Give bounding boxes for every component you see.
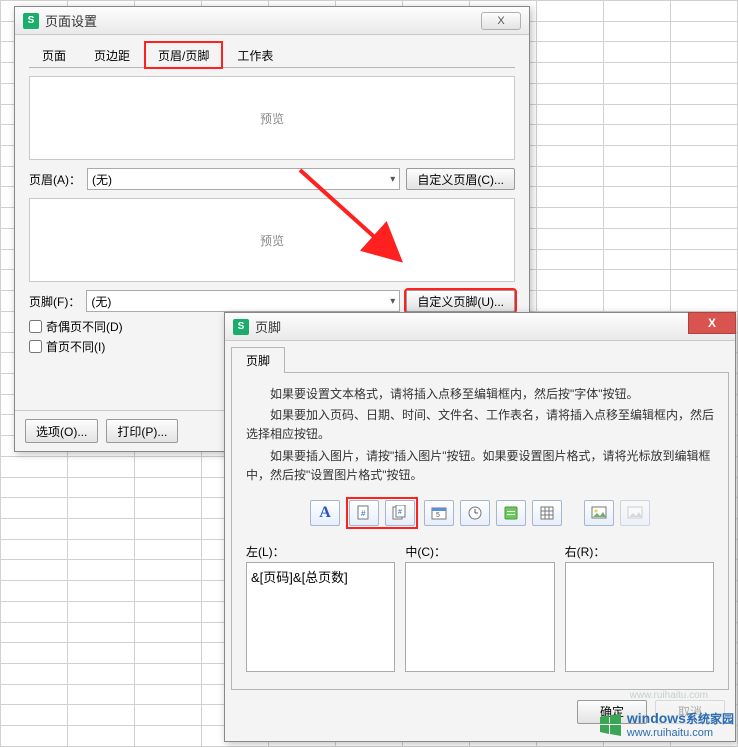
footer-preview-box: 预览 bbox=[29, 198, 515, 282]
watermark-url: www.ruihaitu.com bbox=[630, 690, 708, 701]
chevron-down-icon: ▾ bbox=[390, 174, 395, 185]
page-setup-tabs: 页面 页边距 页眉/页脚 工作表 bbox=[29, 41, 515, 68]
header-preview-box: 预览 bbox=[29, 76, 515, 160]
help-line-3: 如果要插入图片，请按"插入图片"按钮。如果要设置图片格式，请将光标放到编辑框中，… bbox=[246, 447, 714, 485]
close-icon[interactable]: X bbox=[481, 12, 521, 30]
tab-page[interactable]: 页面 bbox=[29, 42, 79, 68]
footer-combo[interactable]: (无) ▾ bbox=[86, 290, 400, 312]
custom-footer-button[interactable]: 自定义页脚(U)... bbox=[406, 290, 515, 312]
right-section-label: 右(R)： bbox=[565, 543, 714, 560]
print-button[interactable]: 打印(P)... bbox=[106, 419, 178, 443]
footer-toolbar: A # # 5 bbox=[246, 497, 714, 529]
close-icon[interactable]: X bbox=[688, 312, 736, 334]
insert-total-pages-button[interactable]: # bbox=[385, 500, 415, 526]
help-line-1: 如果要设置文本格式，请将插入点移至编辑框内，然后按"字体"按钮。 bbox=[246, 385, 714, 404]
brand-text-1: windows系统家园 bbox=[627, 710, 734, 727]
odd-even-label: 奇偶页不同(D) bbox=[46, 318, 123, 335]
options-button[interactable]: 选项(O)... bbox=[25, 419, 98, 443]
footer-label: 页脚(F)： bbox=[29, 293, 80, 310]
annotation-highlight-group: # # bbox=[346, 497, 418, 529]
page-setup-title: 页面设置 bbox=[45, 11, 481, 30]
odd-even-checkbox-input[interactable] bbox=[29, 320, 42, 333]
footer-dialog-titlebar[interactable]: S 页脚 X bbox=[225, 313, 735, 341]
help-line-2: 如果要加入页码、日期、时间、文件名、工作表名，请将插入点移至编辑框内，然后选择相… bbox=[246, 406, 714, 444]
insert-sheet-name-button[interactable] bbox=[532, 500, 562, 526]
center-section-label: 中(C)： bbox=[405, 543, 554, 560]
tab-sheet[interactable]: 工作表 bbox=[224, 42, 286, 68]
windows-logo-icon bbox=[597, 714, 623, 736]
first-page-label: 首页不同(I) bbox=[46, 338, 105, 355]
footer-sections: 左(L)： 中(C)： 右(R)： bbox=[246, 543, 714, 675]
svg-text:#: # bbox=[398, 509, 402, 516]
tab-header-footer[interactable]: 页眉/页脚 bbox=[145, 42, 222, 68]
brand-badge: windows系统家园 www.ruihaitu.com bbox=[597, 710, 734, 739]
header-combo[interactable]: (无) ▾ bbox=[87, 168, 400, 190]
footer-tab[interactable]: 页脚 bbox=[231, 347, 285, 373]
svg-text:5: 5 bbox=[436, 512, 440, 519]
left-section-label: 左(L)： bbox=[246, 543, 395, 560]
tab-margins[interactable]: 页边距 bbox=[81, 42, 143, 68]
insert-date-button[interactable]: 5 bbox=[424, 500, 454, 526]
brand-text-2: www.ruihaitu.com bbox=[627, 727, 734, 739]
header-preview-label: 预览 bbox=[34, 81, 510, 155]
footer-dialog-title: 页脚 bbox=[255, 317, 727, 336]
custom-header-button[interactable]: 自定义页眉(C)... bbox=[406, 168, 515, 190]
left-section-input[interactable] bbox=[246, 562, 395, 672]
chevron-down-icon: ▾ bbox=[390, 296, 395, 307]
center-section-input[interactable] bbox=[405, 562, 554, 672]
header-label: 页眉(A)： bbox=[29, 171, 81, 188]
footer-tab-page: 如果要设置文本格式，请将插入点移至编辑框内，然后按"字体"按钮。 如果要加入页码… bbox=[231, 372, 729, 690]
footer-combo-value: (无) bbox=[91, 293, 111, 310]
app-icon: S bbox=[233, 319, 249, 335]
font-button[interactable]: A bbox=[310, 500, 340, 526]
insert-file-path-button[interactable] bbox=[496, 500, 526, 526]
footer-help-text: 如果要设置文本格式，请将插入点移至编辑框内，然后按"字体"按钮。 如果要加入页码… bbox=[246, 385, 714, 485]
insert-time-button[interactable] bbox=[460, 500, 490, 526]
insert-picture-button[interactable] bbox=[584, 500, 614, 526]
insert-page-number-button[interactable]: # bbox=[349, 500, 379, 526]
footer-preview-label: 预览 bbox=[34, 203, 510, 277]
footer-dialog: S 页脚 X 页脚 如果要设置文本格式，请将插入点移至编辑框内，然后按"字体"按… bbox=[224, 312, 736, 742]
app-icon: S bbox=[23, 13, 39, 29]
first-page-checkbox-input[interactable] bbox=[29, 340, 42, 353]
page-setup-titlebar[interactable]: S 页面设置 X bbox=[15, 7, 529, 35]
header-combo-value: (无) bbox=[92, 171, 112, 188]
format-picture-button[interactable] bbox=[620, 500, 650, 526]
right-section-input[interactable] bbox=[565, 562, 714, 672]
svg-text:#: # bbox=[361, 509, 366, 518]
